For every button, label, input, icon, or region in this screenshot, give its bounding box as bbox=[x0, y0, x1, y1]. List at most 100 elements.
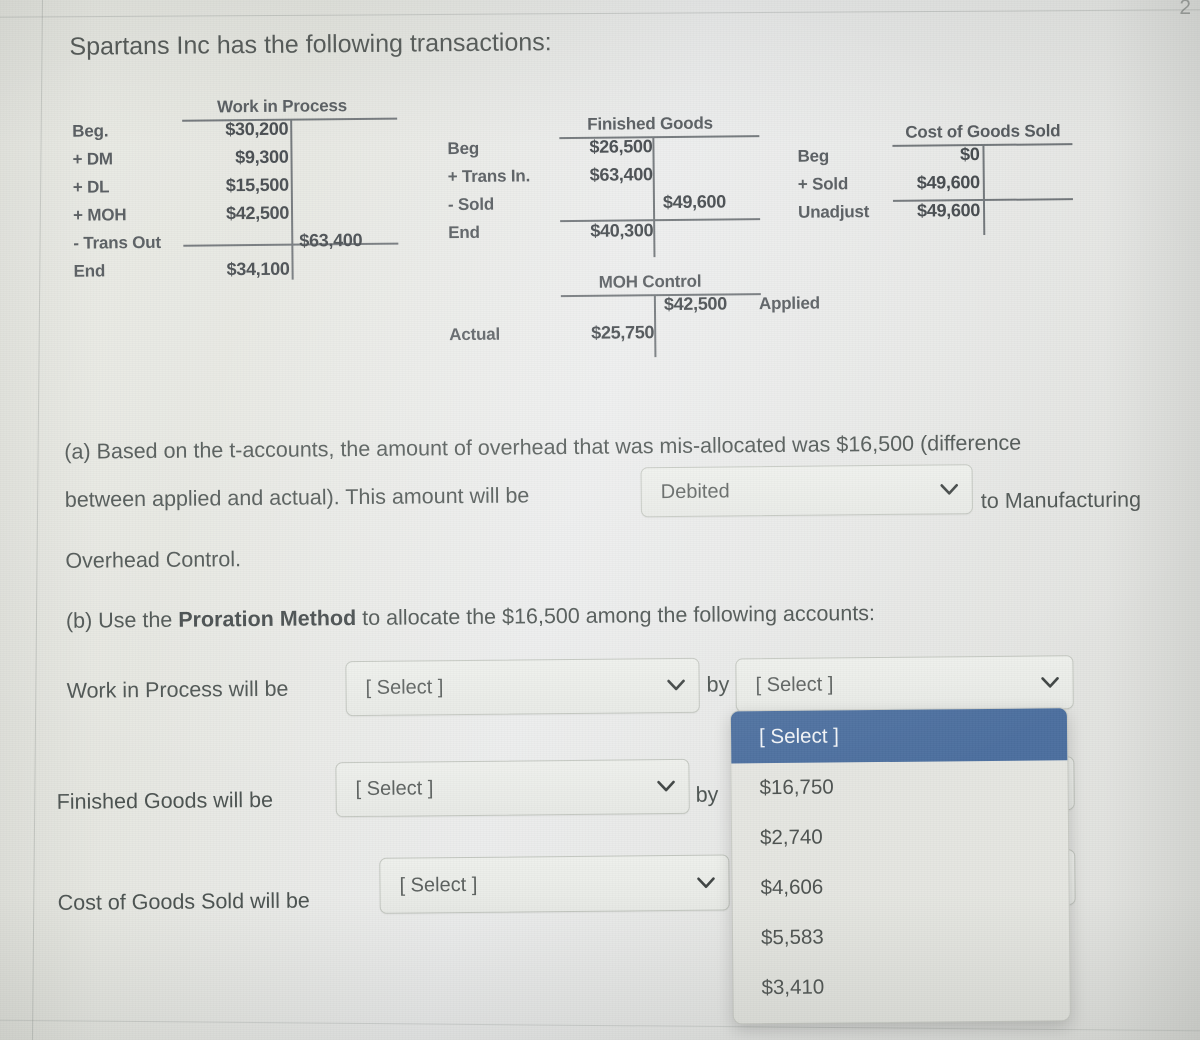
t-row-debit bbox=[553, 208, 653, 209]
t-row-label: Actual bbox=[449, 324, 501, 345]
t-account-title: Work in Process bbox=[216, 96, 348, 117]
t-account-row: + MOH $42,500 bbox=[73, 201, 429, 232]
t-row-label bbox=[449, 311, 554, 312]
debit-credit-select[interactable]: Debited bbox=[640, 464, 973, 518]
t-row-debit: $26,500 bbox=[589, 136, 653, 157]
t-account-rows: Beg $0 + Sold $49,600 Unadjust $49,600 bbox=[797, 143, 1080, 230]
content-stage: Spartans Inc has the following transacti… bbox=[0, 0, 1200, 1040]
chevron-down-icon bbox=[657, 780, 689, 793]
row-label-cost-of-goods-sold: Cost of Goods Sold will be bbox=[57, 888, 310, 915]
t-row-label: + Sold bbox=[797, 174, 849, 194]
work-in-process-method-select[interactable]: [ Select ] bbox=[345, 657, 700, 717]
dropdown-option-16750[interactable]: $16,750 bbox=[731, 760, 1067, 813]
t-account-row: Actual $25,750 bbox=[449, 320, 849, 352]
dropdown-option-3410[interactable]: $3,410 bbox=[733, 960, 1069, 1013]
t-row-debit bbox=[554, 310, 654, 311]
t-row-debit: $34,100 bbox=[226, 258, 290, 280]
t-account-row: + Sold $49,600 bbox=[798, 171, 1080, 202]
t-row-credit bbox=[290, 274, 410, 275]
t-account-rows: $42,500 Applied Actual $25,750 bbox=[449, 292, 850, 352]
chevron-down-icon bbox=[667, 679, 699, 692]
t-row-label: Beg bbox=[797, 146, 830, 166]
cost-of-goods-sold-method-select[interactable]: [ Select ] bbox=[379, 854, 730, 914]
t-account-row: Unadjust $49,600 bbox=[798, 199, 1080, 230]
t-row-debit: $49,600 bbox=[916, 200, 981, 221]
part-a-line-2-after: to Manufacturing bbox=[980, 487, 1142, 514]
t-row-credit bbox=[289, 190, 409, 191]
t-account-row: $42,500 Applied bbox=[449, 292, 849, 324]
t-row-credit bbox=[980, 187, 1080, 188]
t-account-row: End $40,300 bbox=[448, 219, 783, 250]
t-row-credit bbox=[653, 235, 773, 236]
t-account-rows: Beg. $30,200 + DM $9,300 + DL $15,500 + … bbox=[72, 117, 430, 288]
t-account-title: MOH Control bbox=[598, 271, 702, 292]
debit-credit-select-value: Debited bbox=[660, 479, 730, 503]
chevron-down-icon bbox=[696, 876, 728, 889]
t-account-row: + DM $9,300 bbox=[72, 145, 428, 176]
question-prompt: Spartans Inc has the following transacti… bbox=[69, 28, 552, 61]
t-row-credit bbox=[652, 151, 772, 152]
row-connector-finished-goods: by bbox=[695, 782, 719, 807]
work-in-process-method-value: [ Select ] bbox=[365, 676, 444, 699]
t-row-label: Beg bbox=[447, 138, 480, 159]
t-row-credit: $49,600 bbox=[662, 191, 727, 213]
t-row-credit bbox=[289, 218, 409, 219]
t-row-debit: $30,200 bbox=[225, 118, 289, 140]
t-row-credit-note: Applied bbox=[758, 293, 820, 314]
dropdown-option-select[interactable]: [ Select ] bbox=[730, 708, 1068, 764]
work-in-process-amount-select[interactable]: [ Select ] bbox=[735, 655, 1074, 713]
t-row-debit: $25,750 bbox=[591, 322, 655, 343]
t-account-row: Beg $0 bbox=[797, 143, 1079, 174]
t-account-row: Beg. $30,200 bbox=[72, 117, 428, 148]
chevron-down-icon bbox=[1041, 676, 1073, 689]
amount-dropdown-list[interactable]: [ Select ] $16,750 $2,740 $4,606 $5,583 … bbox=[729, 707, 1071, 1025]
t-row-credit: $42,500 bbox=[663, 293, 728, 315]
t-row-debit: $0 bbox=[959, 144, 980, 165]
finished-goods-method-select[interactable]: [ Select ] bbox=[335, 758, 690, 818]
part-b-intro-after: to allocate the $16,500 among the follow… bbox=[356, 601, 876, 631]
t-account-row: - Trans Out $63,400 bbox=[73, 229, 429, 260]
t-row-label: + DM bbox=[72, 149, 113, 169]
part-a-line-3: Overhead Control. bbox=[65, 547, 242, 573]
dropdown-option-4606[interactable]: $4,606 bbox=[732, 860, 1068, 913]
dropdown-option-5583[interactable]: $5,583 bbox=[733, 910, 1069, 963]
t-account-row: + Trans In. $63,400 bbox=[448, 163, 783, 194]
t-row-credit bbox=[654, 337, 759, 338]
screenshot-page: 2 Spartans Inc has the following transac… bbox=[0, 0, 1200, 1040]
t-account-row: Beg $26,500 bbox=[447, 135, 782, 166]
work-in-process-amount-value: [ Select ] bbox=[755, 672, 834, 696]
t-row-debit: $9,300 bbox=[235, 146, 289, 168]
t-account-title: Cost of Goods Sold bbox=[905, 121, 1061, 142]
t-row-label: Unadjust bbox=[797, 202, 870, 222]
row-label-finished-goods: Finished Goods will be bbox=[56, 787, 274, 814]
t-row-label: - Sold bbox=[447, 194, 495, 215]
t-row-debit: $49,600 bbox=[916, 172, 980, 193]
cost-of-goods-sold-method-value: [ Select ] bbox=[399, 873, 478, 897]
t-row-credit bbox=[289, 162, 409, 163]
part-b-intro: (b) Use the Proration Method to allocate… bbox=[66, 601, 875, 634]
t-row-label: Beg. bbox=[72, 121, 109, 141]
t-row-label: + MOH bbox=[72, 205, 127, 225]
t-row-label: End bbox=[73, 261, 106, 281]
row-connector-work-in-process: by bbox=[706, 672, 730, 697]
t-row-label: - Trans Out bbox=[73, 232, 161, 253]
t-row-credit bbox=[288, 134, 408, 135]
t-row-debit: $15,500 bbox=[225, 174, 289, 196]
t-account-row: + DL $15,500 bbox=[73, 173, 429, 204]
t-row-credit bbox=[653, 179, 773, 180]
row-label-work-in-process: Work in Process will be bbox=[66, 676, 289, 703]
part-b-intro-before: (b) Use the bbox=[65, 607, 179, 633]
t-account-rows: Beg $26,500 + Trans In. $63,400 - Sold $… bbox=[447, 135, 783, 250]
t-row-label: + Trans In. bbox=[447, 166, 531, 187]
t-row-debit: $40,300 bbox=[590, 220, 654, 241]
t-account-title: Finished Goods bbox=[587, 113, 713, 134]
t-row-label: + DL bbox=[72, 177, 110, 197]
part-b-intro-bold: Proration Method bbox=[178, 606, 357, 632]
t-row-debit: $63,400 bbox=[589, 164, 653, 185]
finished-goods-method-value: [ Select ] bbox=[355, 777, 434, 801]
t-account-row: - Sold $49,600 bbox=[448, 191, 783, 222]
dropdown-option-2740[interactable]: $2,740 bbox=[732, 810, 1068, 863]
part-a-line-2-before: between applied and actual). This amount… bbox=[64, 483, 530, 512]
t-row-credit: $63,400 bbox=[299, 229, 363, 251]
t-account-row: End $34,100 bbox=[73, 257, 429, 288]
